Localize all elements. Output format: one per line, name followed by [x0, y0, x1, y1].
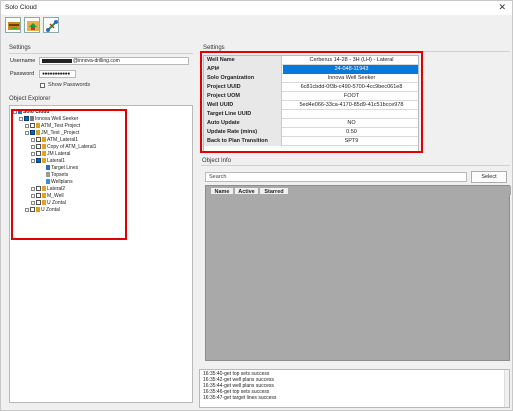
title-bar: Solo Cloud ✕	[1, 1, 512, 15]
window-title: Solo Cloud	[5, 4, 37, 11]
sync-icon	[27, 21, 39, 31]
connect-button[interactable]	[43, 17, 59, 33]
import-button[interactable]	[5, 17, 21, 33]
sync-button[interactable]	[24, 17, 40, 33]
log-scrollbar[interactable]	[504, 370, 509, 407]
password-field[interactable]: ●●●●●●●●●●●	[39, 70, 76, 78]
object-info-divider	[201, 165, 510, 166]
username-label: Username	[10, 58, 36, 64]
settings-divider	[9, 53, 193, 54]
settings-group-label: Settings	[9, 45, 31, 51]
search-placeholder: Search	[209, 174, 227, 180]
highlight-box-tree	[11, 109, 127, 240]
log-line: 16:35:47-get target lines success	[203, 395, 277, 401]
show-passwords-label: Show Passwords	[48, 82, 91, 88]
connect-icon	[46, 20, 58, 32]
import-icon	[8, 22, 20, 30]
grid-header: Name Active Starred	[206, 186, 511, 195]
object-explorer-label: Object Explorer	[9, 96, 51, 102]
show-passwords-checkbox[interactable]	[40, 83, 45, 88]
redacted-username	[42, 58, 72, 63]
close-icon[interactable]: ✕	[498, 2, 506, 13]
column-header-name[interactable]: Name	[210, 187, 234, 195]
highlight-box-properties	[200, 51, 423, 153]
password-value: ●●●●●●●●●●●	[42, 71, 70, 77]
column-header-active[interactable]: Active	[234, 187, 259, 195]
search-input[interactable]: Search	[205, 172, 467, 182]
username-domain: @innova-drilling.com	[73, 58, 120, 64]
object-info-grid[interactable]: Name Active Starred	[205, 185, 511, 361]
select-button[interactable]: Select	[471, 171, 507, 183]
app-window: Solo Cloud ✕ Settings Username @innova-d…	[0, 0, 513, 411]
username-field[interactable]: @innova-drilling.com	[39, 57, 189, 65]
password-label: Password	[10, 71, 35, 77]
column-header-starred[interactable]: Starred	[259, 187, 289, 195]
object-info-label: Object Info	[202, 158, 232, 164]
log-panel: 16:35:40-get top sets success 16:35:42-g…	[199, 369, 510, 408]
